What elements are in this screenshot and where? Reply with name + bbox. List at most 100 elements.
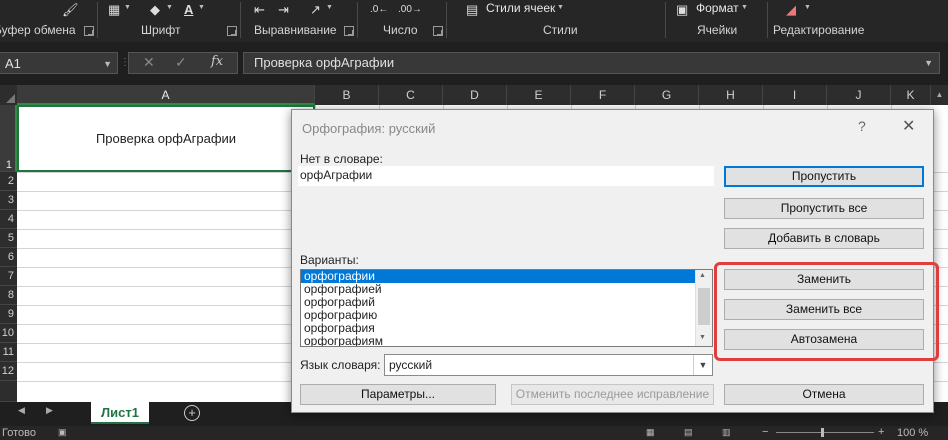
scroll-up-icon[interactable]: ▲ [931,85,948,105]
options-button[interactable]: Параметры... [300,384,496,405]
format-painter-icon[interactable]: 🖌 [62,2,79,18]
row-header[interactable]: 3 [0,191,17,210]
column-header[interactable]: B [315,85,379,105]
orientation-icon[interactable]: ↗ [310,2,321,18]
add-sheet-button[interactable]: + [184,405,200,421]
clear-icon[interactable]: ◢ [786,2,796,18]
macro-record-icon[interactable]: ▣ [58,427,67,438]
zoom-slider-thumb[interactable] [821,428,824,437]
decrease-decimal-icon[interactable]: .00→ [398,4,422,15]
font-color-dropdown-icon[interactable]: ▼ [198,4,205,11]
row-header[interactable]: 11 [0,343,17,362]
skip-button[interactable]: Пропустить [724,166,924,187]
page-break-icon[interactable]: ▥ [722,427,731,438]
row-header[interactable]: 5 [0,229,17,248]
group-label-alignment: Выравнивание [254,23,337,37]
group-label-font: Шрифт [141,23,181,37]
group-separator [446,2,447,38]
column-header[interactable]: G [635,85,699,105]
increase-indent-icon[interactable]: ⇥ [278,2,289,18]
select-all-corner[interactable] [0,85,17,105]
row-header-partial[interactable] [0,381,17,402]
zoom-out-icon[interactable]: − [762,426,768,438]
select-all-icon [6,94,15,103]
scroll-up-icon[interactable]: ▲ [699,272,706,279]
column-header[interactable]: K [891,85,931,105]
cell-a1[interactable]: Проверка орфАграфии [17,105,315,172]
borders-icon[interactable]: ▦ [108,2,120,18]
row-header[interactable]: 2 [0,172,17,191]
row-header[interactable]: 10 [0,324,17,343]
row-header[interactable]: 12 [0,362,17,381]
column-header[interactable]: J [827,85,891,105]
row-header[interactable]: 6 [0,248,17,267]
row-header[interactable]: 4 [0,210,17,229]
fill-color-icon[interactable]: ◆ [150,2,160,18]
orientation-dropdown-icon[interactable]: ▼ [326,4,333,11]
add-to-dictionary-button[interactable]: Добавить в словарь [724,228,924,249]
column-header[interactable]: A [17,85,315,105]
group-label-clipboard: Буфер обмена [0,23,76,37]
close-icon[interactable]: ✕ [902,116,915,136]
help-icon[interactable]: ? [858,118,866,134]
cell-styles-button[interactable]: Стили ячеек [486,1,555,15]
sheet-tab-active[interactable]: Лист1 [91,402,149,424]
insert-function-button[interactable]: fx [211,54,223,69]
cell-styles-dropdown-icon[interactable]: ▼ [557,4,564,11]
scrollbar-thumb[interactable] [698,288,710,325]
dialog-title: Орфография: русский [302,121,436,136]
normal-view-icon[interactable]: ▦ [646,427,655,438]
not-in-dictionary-field[interactable]: орфАграфии [298,166,714,186]
alignment-launcher-icon[interactable] [344,26,354,36]
format-button[interactable]: Формат [696,1,739,15]
suggestions-list[interactable]: орфографии орфографией орфографий орфогр… [300,269,713,347]
chevron-down-icon[interactable]: ▼ [693,355,712,375]
list-item[interactable]: орфографиям [301,335,712,347]
number-launcher-icon[interactable] [433,26,443,36]
prev-sheet-icon[interactable]: ◀ [18,405,25,416]
zoom-in-icon[interactable]: + [878,426,884,438]
increase-decimal-icon[interactable]: .0← [370,4,388,15]
column-header[interactable]: C [379,85,443,105]
formula-input[interactable]: Проверка орфАграфии ▼ [243,52,940,74]
not-in-dictionary-label: Нет в словаре: [300,152,383,166]
column-header[interactable]: H [699,85,763,105]
zoom-level[interactable]: 100 % [897,427,928,439]
cancel-entry-icon[interactable]: ✕ [143,54,155,71]
chevron-down-icon[interactable]: ▼ [103,53,112,75]
cell-styles-icon: ▤ [466,2,479,17]
name-box[interactable]: A1 ▼ [0,52,118,74]
skip-all-button[interactable]: Пропустить все [724,198,924,219]
row-header[interactable]: 7 [0,267,17,286]
chevron-down-icon[interactable]: ▼ [924,53,933,73]
zoom-slider[interactable] [776,432,874,433]
dictionary-language-select[interactable]: русский ▼ [384,354,713,376]
font-color-icon[interactable]: A [184,2,193,17]
page-layout-icon[interactable]: ▤ [684,427,693,438]
confirm-entry-icon[interactable]: ✓ [175,54,187,71]
format-icon: ▣ [676,2,689,17]
suggestions-scrollbar[interactable]: ▲ ▼ [695,270,712,346]
fill-color-dropdown-icon[interactable]: ▼ [166,4,173,11]
row-header[interactable]: 8 [0,286,17,305]
font-launcher-icon[interactable] [227,26,237,36]
column-header[interactable]: E [507,85,571,105]
clear-dropdown-icon[interactable]: ▼ [804,4,811,11]
column-header[interactable]: D [443,85,507,105]
next-sheet-icon[interactable]: ▶ [46,405,53,416]
row-header[interactable]: 1 [0,105,17,172]
suggestions-label: Варианты: [300,253,359,267]
decrease-indent-icon[interactable]: ⇤ [254,2,265,18]
format-dropdown-icon[interactable]: ▼ [741,4,748,11]
column-header[interactable]: I [763,85,827,105]
scroll-down-icon[interactable]: ▼ [699,334,706,341]
borders-dropdown-icon[interactable]: ▼ [124,4,131,11]
group-separator [665,2,666,38]
group-label-editing: Редактирование [773,23,865,37]
row-header[interactable]: 9 [0,305,17,324]
cancel-button[interactable]: Отмена [724,384,924,405]
spelling-dialog: Орфография: русский ? ✕ Нет в словаре: о… [291,109,939,413]
column-header[interactable]: F [571,85,635,105]
clipboard-launcher-icon[interactable] [84,26,94,36]
ribbon: 🖌 ▦ ▼ ◆ ▼ A ▼ ⇤ ⇥ ↗ ▼ .0← .00→ ▤ Стили я… [0,0,948,42]
